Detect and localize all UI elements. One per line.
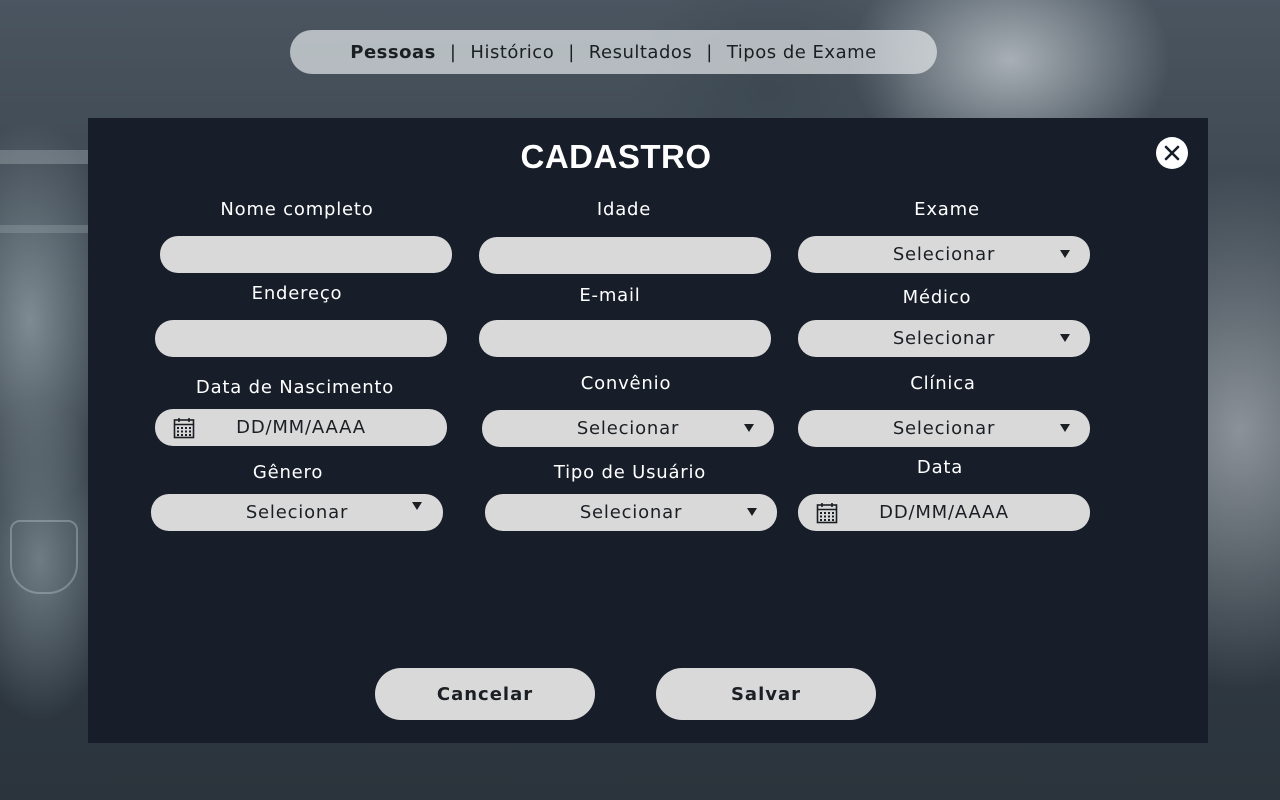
medico-label: Médico [902, 287, 972, 308]
nav-separator: | [706, 41, 713, 63]
nav-item-resultados[interactable]: Resultados [583, 42, 698, 63]
cancel-button[interactable]: Cancelar [375, 668, 595, 720]
exame-label: Exame [914, 199, 980, 220]
nome-completo-input[interactable] [160, 236, 452, 273]
idade-label: Idade [596, 199, 652, 220]
email-input[interactable] [479, 320, 771, 357]
genero-select[interactable]: Selecionar [151, 494, 443, 531]
modal-title: CADASTRO [520, 138, 712, 175]
close-button[interactable] [1156, 137, 1188, 169]
data-nascimento-label: Data de Nascimento [195, 377, 395, 398]
clinica-select-value: Selecionar [892, 418, 996, 439]
medico-select-value: Selecionar [892, 328, 996, 349]
convenio-label: Convênio [580, 373, 672, 394]
genero-select-value: Selecionar [245, 502, 349, 523]
tipo-usuario-label: Tipo de Usuário [553, 462, 707, 483]
top-nav: Pessoas | Histórico | Resultados | Tipos… [290, 30, 937, 74]
data-nascimento-input[interactable]: DD/MM/AAAA [155, 409, 447, 446]
medico-select[interactable]: Selecionar [798, 320, 1090, 357]
nav-separator: | [568, 41, 575, 63]
endereco-label: Endereço [251, 283, 343, 304]
nav-item-tipos-de-exame[interactable]: Tipos de Exame [721, 42, 883, 63]
date-placeholder: DD/MM/AAAA [236, 417, 366, 438]
save-button[interactable]: Salvar [656, 668, 876, 720]
tipo-usuario-select[interactable]: Selecionar [485, 494, 777, 531]
exame-select[interactable]: Selecionar [798, 236, 1090, 273]
endereco-input[interactable] [155, 320, 447, 357]
nome-completo-label: Nome completo [220, 199, 374, 220]
chevron-down-icon [412, 502, 422, 510]
chevron-down-icon [1060, 424, 1070, 432]
data-label: Data [916, 457, 964, 478]
nav-item-pessoas[interactable]: Pessoas [344, 42, 442, 63]
exame-select-value: Selecionar [892, 244, 996, 265]
background-shelf [0, 150, 88, 164]
genero-label: Gênero [252, 462, 324, 483]
idade-input[interactable] [479, 237, 771, 274]
clinica-label: Clínica [910, 373, 976, 394]
background-shelf [0, 225, 88, 233]
chevron-down-icon [747, 508, 757, 516]
convenio-select[interactable]: Selecionar [482, 410, 774, 447]
data-input[interactable]: DD/MM/AAAA [798, 494, 1090, 531]
chevron-down-icon [744, 424, 754, 432]
nav-item-historico[interactable]: Histórico [464, 42, 560, 63]
close-icon [1164, 145, 1180, 161]
email-label: E-mail [579, 285, 641, 306]
nav-separator: | [449, 41, 457, 63]
convenio-select-value: Selecionar [576, 418, 680, 439]
background-flask [10, 520, 78, 594]
clinica-select[interactable]: Selecionar [798, 410, 1090, 447]
cadastro-modal: CADASTRO Nome completo Idade Exame Selec… [88, 118, 1208, 743]
chevron-down-icon [1060, 250, 1070, 258]
tipo-usuario-select-value: Selecionar [579, 502, 683, 523]
chevron-down-icon [1060, 334, 1070, 342]
date-placeholder: DD/MM/AAAA [879, 502, 1009, 523]
